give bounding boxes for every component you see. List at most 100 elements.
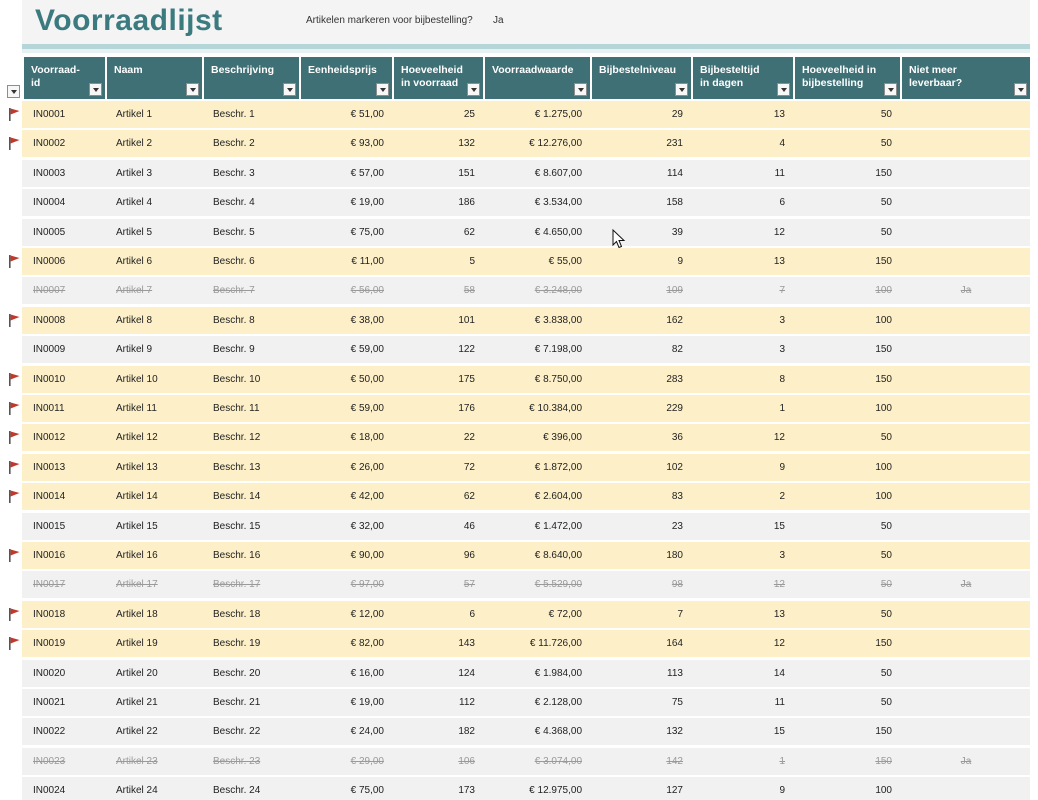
cell-voorraad-id[interactable]: IN0012 <box>24 423 105 452</box>
cell-naam[interactable]: Artikel 9 <box>107 335 202 364</box>
cell-hoeveelheid-in-voorraad[interactable]: 6 <box>394 600 483 629</box>
cell-niet-meer-leverbaar[interactable] <box>902 100 1030 129</box>
filter-dropdown-icon[interactable] <box>884 83 897 96</box>
filter-dropdown-icon[interactable] <box>283 83 296 96</box>
cell-niet-meer-leverbaar[interactable]: Ja <box>902 570 1030 599</box>
cell-eenheidsprijs[interactable]: € 59,00 <box>301 335 392 364</box>
cell-hoeveelheid-in-bijbestelling[interactable]: 100 <box>795 453 900 482</box>
filter-dropdown-icon[interactable] <box>777 83 790 96</box>
cell-niet-meer-leverbaar[interactable] <box>902 453 1030 482</box>
cell-voorraad-id[interactable]: IN0021 <box>24 688 105 717</box>
cell-hoeveelheid-in-bijbestelling[interactable]: 150 <box>795 747 900 776</box>
table-row[interactable]: IN0019 Artikel 19 Beschr. 19 € 82,00 143 € 11… <box>0 629 1038 658</box>
table-row[interactable]: IN0007 Artikel 7 Beschr. 7 € 56,00 58 € 3.248… <box>0 276 1038 305</box>
cell-voorraad-id[interactable]: IN0023 <box>24 747 105 776</box>
cell-eenheidsprijs[interactable]: € 29,00 <box>301 747 392 776</box>
cell-voorraad-id[interactable]: IN0013 <box>24 453 105 482</box>
cell-bijbestelniveau[interactable]: 83 <box>592 482 691 511</box>
cell-bijbesteltijd[interactable]: 13 <box>693 600 793 629</box>
cell-beschrijving[interactable]: Beschr. 21 <box>204 688 299 717</box>
cell-bijbesteltijd[interactable]: 3 <box>693 306 793 335</box>
column-header-naam[interactable]: Naam <box>107 57 202 99</box>
cell-niet-meer-leverbaar[interactable] <box>902 394 1030 423</box>
cell-voorraadwaarde[interactable]: € 1.872,00 <box>485 453 590 482</box>
cell-bijbesteltijd[interactable]: 9 <box>693 776 793 800</box>
cell-hoeveelheid-in-bijbestelling[interactable]: 50 <box>795 218 900 247</box>
cell-voorraad-id[interactable]: IN0001 <box>24 100 105 129</box>
cell-eenheidsprijs[interactable]: € 16,00 <box>301 659 392 688</box>
cell-eenheidsprijs[interactable]: € 75,00 <box>301 776 392 800</box>
cell-naam[interactable]: Artikel 15 <box>107 512 202 541</box>
cell-voorraadwaarde[interactable]: € 5.529,00 <box>485 570 590 599</box>
cell-eenheidsprijs[interactable]: € 38,00 <box>301 306 392 335</box>
cell-bijbestelniveau[interactable]: 164 <box>592 629 691 658</box>
cell-beschrijving[interactable]: Beschr. 12 <box>204 423 299 452</box>
cell-beschrijving[interactable]: Beschr. 10 <box>204 365 299 394</box>
column-header-voorraad-id[interactable]: Voorraad-id <box>24 57 105 99</box>
column-header-bijbestelniveau[interactable]: Bijbestelniveau <box>592 57 691 99</box>
cell-eenheidsprijs[interactable]: € 18,00 <box>301 423 392 452</box>
column-header-niet-meer-leverbaar[interactable]: Niet meer leverbaar? <box>902 57 1030 99</box>
cell-voorraadwaarde[interactable]: € 4.368,00 <box>485 717 590 746</box>
filter-dropdown-icon[interactable] <box>186 83 199 96</box>
cell-niet-meer-leverbaar[interactable] <box>902 776 1030 800</box>
cell-bijbestelniveau[interactable]: 7 <box>592 600 691 629</box>
cell-bijbestelniveau[interactable]: 23 <box>592 512 691 541</box>
cell-hoeveelheid-in-bijbestelling[interactable]: 150 <box>795 717 900 746</box>
cell-voorraad-id[interactable]: IN0014 <box>24 482 105 511</box>
cell-hoeveelheid-in-bijbestelling[interactable]: 50 <box>795 129 900 158</box>
column-header-voorraadwaarde[interactable]: Voorraadwaarde <box>485 57 590 99</box>
cell-hoeveelheid-in-bijbestelling[interactable]: 50 <box>795 423 900 452</box>
cell-beschrijving[interactable]: Beschr. 17 <box>204 570 299 599</box>
table-row[interactable]: IN0021 Artikel 21 Beschr. 21 € 19,00 112 € 2.… <box>0 688 1038 717</box>
cell-voorraadwaarde[interactable]: € 2.128,00 <box>485 688 590 717</box>
table-row[interactable]: IN0014 Artikel 14 Beschr. 14 € 42,00 62 € 2.6… <box>0 482 1038 511</box>
cell-eenheidsprijs[interactable]: € 12,00 <box>301 600 392 629</box>
cell-naam[interactable]: Artikel 4 <box>107 188 202 217</box>
cell-voorraad-id[interactable]: IN0017 <box>24 570 105 599</box>
table-row[interactable]: IN0024 Artikel 24 Beschr. 24 € 75,00 173 € 12… <box>0 776 1038 800</box>
cell-voorraad-id[interactable]: IN0005 <box>24 218 105 247</box>
cell-bijbesteltijd[interactable]: 13 <box>693 247 793 276</box>
table-row[interactable]: IN0005 Artikel 5 Beschr. 5 € 75,00 62 € 4.650… <box>0 218 1038 247</box>
cell-beschrijving[interactable]: Beschr. 6 <box>204 247 299 276</box>
cell-bijbesteltijd[interactable]: 7 <box>693 276 793 305</box>
cell-hoeveelheid-in-voorraad[interactable]: 132 <box>394 129 483 158</box>
cell-hoeveelheid-in-voorraad[interactable]: 173 <box>394 776 483 800</box>
cell-voorraadwaarde[interactable]: € 1.472,00 <box>485 512 590 541</box>
cell-eenheidsprijs[interactable]: € 82,00 <box>301 629 392 658</box>
cell-naam[interactable]: Artikel 17 <box>107 570 202 599</box>
cell-bijbestelniveau[interactable]: 132 <box>592 717 691 746</box>
cell-hoeveelheid-in-voorraad[interactable]: 57 <box>394 570 483 599</box>
cell-hoeveelheid-in-voorraad[interactable]: 96 <box>394 541 483 570</box>
cell-bijbesteltijd[interactable]: 12 <box>693 570 793 599</box>
cell-bijbesteltijd[interactable]: 15 <box>693 512 793 541</box>
flag-filter-icon[interactable] <box>7 85 20 98</box>
cell-bijbestelniveau[interactable]: 98 <box>592 570 691 599</box>
cell-hoeveelheid-in-bijbestelling[interactable]: 50 <box>795 512 900 541</box>
cell-bijbesteltijd[interactable]: 3 <box>693 541 793 570</box>
cell-voorraadwaarde[interactable]: € 12.276,00 <box>485 129 590 158</box>
cell-hoeveelheid-in-bijbestelling[interactable]: 50 <box>795 659 900 688</box>
cell-bijbestelniveau[interactable]: 39 <box>592 218 691 247</box>
cell-voorraad-id[interactable]: IN0009 <box>24 335 105 364</box>
cell-voorraad-id[interactable]: IN0007 <box>24 276 105 305</box>
cell-hoeveelheid-in-bijbestelling[interactable]: 50 <box>795 188 900 217</box>
cell-eenheidsprijs[interactable]: € 26,00 <box>301 453 392 482</box>
cell-voorraad-id[interactable]: IN0003 <box>24 159 105 188</box>
cell-niet-meer-leverbaar[interactable] <box>902 423 1030 452</box>
filter-dropdown-icon[interactable] <box>1014 83 1027 96</box>
cell-voorraad-id[interactable]: IN0004 <box>24 188 105 217</box>
cell-bijbesteltijd[interactable]: 14 <box>693 659 793 688</box>
cell-hoeveelheid-in-bijbestelling[interactable]: 150 <box>795 159 900 188</box>
cell-niet-meer-leverbaar[interactable]: Ja <box>902 747 1030 776</box>
cell-voorraadwaarde[interactable]: € 55,00 <box>485 247 590 276</box>
cell-voorraad-id[interactable]: IN0006 <box>24 247 105 276</box>
cell-bijbestelniveau[interactable]: 231 <box>592 129 691 158</box>
cell-voorraadwaarde[interactable]: € 8.640,00 <box>485 541 590 570</box>
cell-bijbesteltijd[interactable]: 1 <box>693 394 793 423</box>
cell-bijbesteltijd[interactable]: 4 <box>693 129 793 158</box>
cell-hoeveelheid-in-bijbestelling[interactable]: 100 <box>795 482 900 511</box>
cell-hoeveelheid-in-voorraad[interactable]: 25 <box>394 100 483 129</box>
cell-voorraadwaarde[interactable]: € 1.275,00 <box>485 100 590 129</box>
